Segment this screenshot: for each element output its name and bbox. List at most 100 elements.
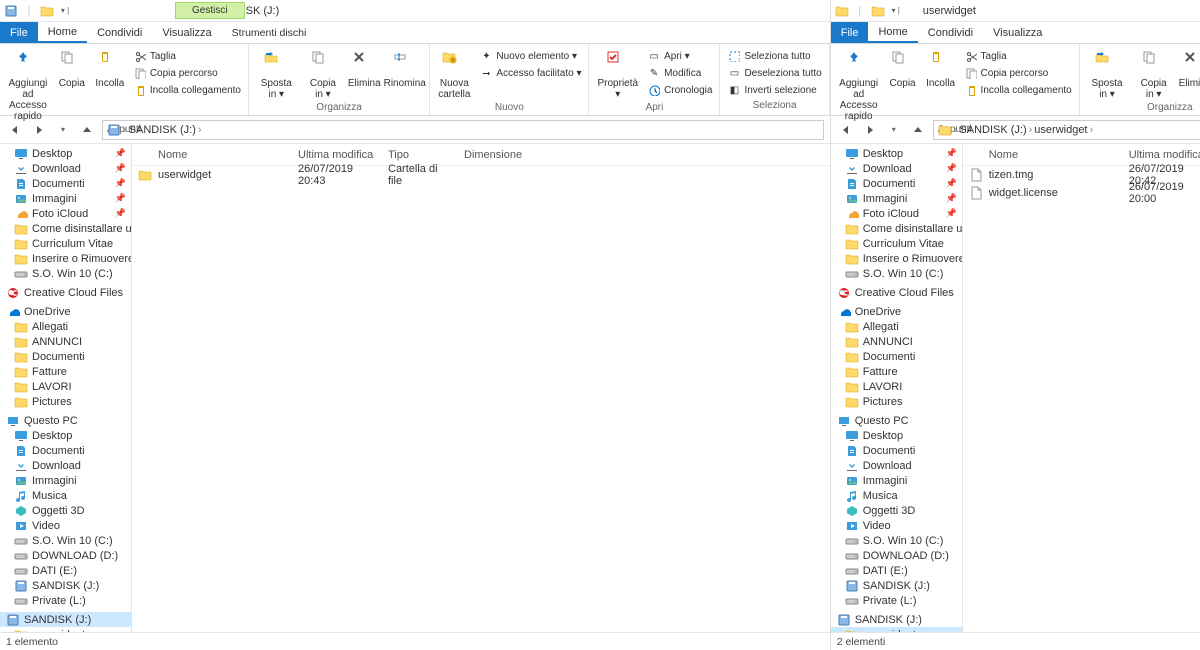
nav-item[interactable]: Curriculum Vitae (0, 236, 131, 251)
nav-item[interactable]: Documenti (0, 443, 131, 458)
cut-button[interactable]: Taglia (130, 48, 244, 64)
nav-item[interactable]: Immagini📌 (831, 191, 962, 206)
nav-item[interactable]: S.O. Win 10 (C:) (0, 533, 131, 548)
nav-item[interactable]: Download📌 (0, 161, 131, 176)
cut-button[interactable]: Taglia (961, 48, 1075, 64)
nav-item[interactable]: Documenti (831, 349, 962, 364)
nav-item[interactable]: OneDrive (0, 304, 131, 319)
newitem-button[interactable]: ✦Nuovo elemento ▾ (476, 48, 584, 64)
copyto-button[interactable]: Copia in ▾ (1132, 46, 1175, 102)
nav-item[interactable]: Oggetti 3D (0, 503, 131, 518)
breadcrumb-item[interactable]: userwidget (1034, 124, 1087, 136)
paste-button[interactable]: Incolla (923, 46, 959, 91)
col-date[interactable]: Ultima modifica (1123, 149, 1200, 161)
col-name[interactable]: Nome (963, 149, 1123, 161)
col-size[interactable]: Dimensione (458, 149, 528, 161)
qat-dropdown-icon[interactable]: ▾ | (889, 4, 903, 18)
pin-button[interactable]: Aggiungi ad Accesso rapido (835, 46, 883, 124)
nav-item[interactable]: DOWNLOAD (D:) (0, 548, 131, 563)
nav-item[interactable]: Allegati (831, 319, 962, 334)
invert-button[interactable]: ◧Inverti selezione (724, 82, 824, 98)
nav-item[interactable]: Pictures (0, 394, 131, 409)
copypath-button[interactable]: Copia percorso (961, 65, 1075, 81)
copypath-button[interactable]: Copia percorso (130, 65, 244, 81)
nav-item[interactable]: Creative Cloud Files (831, 285, 962, 300)
nav-pane[interactable]: Desktop📌Download📌Documenti📌Immagini📌Foto… (0, 144, 132, 632)
tab-file[interactable]: File (831, 22, 869, 43)
file-row[interactable]: userwidget 26/07/2019 20:43 Cartella di … (132, 166, 830, 184)
nav-item[interactable]: LAVORI (0, 379, 131, 394)
breadcrumb-item[interactable]: SANDISK (J:) (959, 124, 1026, 136)
nav-item[interactable]: ANNUNCI (0, 334, 131, 349)
nav-item[interactable]: Download (831, 458, 962, 473)
selectnone-button[interactable]: ▭Deseleziona tutto (724, 65, 824, 81)
nav-item[interactable]: Documenti📌 (831, 176, 962, 191)
nav-item[interactable]: userwidget (0, 627, 131, 632)
nav-item[interactable]: Inserire o Rimuovere un canal… (0, 251, 131, 266)
nav-item[interactable]: Fatture (0, 364, 131, 379)
nav-item[interactable]: Foto iCloud📌 (0, 206, 131, 221)
nav-item[interactable]: DATI (E:) (0, 563, 131, 578)
column-headers[interactable]: Nome Ultima modifica Tipo Dimensione (132, 144, 830, 166)
moveto-button[interactable]: Sposta in ▾ (1084, 46, 1131, 102)
nav-item[interactable]: Allegati (0, 319, 131, 334)
tab-share[interactable]: Condividi (918, 22, 983, 43)
pin-button[interactable]: Aggiungi ad Accesso rapido (4, 46, 52, 124)
col-date[interactable]: Ultima modifica (292, 149, 382, 161)
history-button[interactable]: Cronologia (644, 82, 715, 98)
tab-view[interactable]: Visualizza (152, 22, 221, 43)
nav-item[interactable]: SANDISK (J:) (831, 578, 962, 593)
newfolder-button[interactable]: Nuova cartella (434, 46, 474, 102)
delete-button[interactable]: Elimina (1177, 46, 1200, 91)
paste-button[interactable]: Incolla (92, 46, 128, 91)
nav-item[interactable]: SANDISK (J:) (0, 612, 131, 627)
nav-up-button[interactable] (909, 121, 927, 139)
nav-up-button[interactable] (78, 121, 96, 139)
tab-home[interactable]: Home (868, 22, 917, 43)
file-row[interactable]: widget.license 26/07/2019 20:00 File LIC… (963, 184, 1200, 202)
nav-item[interactable]: Private (L:) (831, 593, 962, 608)
nav-item[interactable]: Come disinstallare un App da… (0, 221, 131, 236)
nav-item[interactable]: Pictures (831, 394, 962, 409)
nav-item[interactable]: S.O. Win 10 (C:) (0, 266, 131, 281)
nav-item[interactable]: DATI (E:) (831, 563, 962, 578)
nav-item[interactable]: Immagini (831, 473, 962, 488)
easyaccess-button[interactable]: ⭢Accesso facilitato ▾ (476, 65, 584, 81)
nav-item[interactable]: S.O. Win 10 (C:) (831, 533, 962, 548)
copy-button[interactable]: Copia (54, 46, 90, 91)
nav-item[interactable]: SANDISK (J:) (0, 578, 131, 593)
tab-share[interactable]: Condividi (87, 22, 152, 43)
breadcrumb-item[interactable]: SANDISK (J:) (129, 124, 196, 136)
nav-item[interactable]: Desktop (831, 428, 962, 443)
copy-button[interactable]: Copia (885, 46, 921, 91)
nav-forward-button[interactable] (30, 121, 48, 139)
nav-item[interactable]: Download (0, 458, 131, 473)
nav-item[interactable]: LAVORI (831, 379, 962, 394)
nav-back-button[interactable] (6, 121, 24, 139)
properties-button[interactable]: Proprietà ▾ (593, 46, 642, 102)
nav-item[interactable]: Private (L:) (0, 593, 131, 608)
nav-item[interactable]: Documenti (0, 349, 131, 364)
tab-view[interactable]: Visualizza (983, 22, 1052, 43)
nav-item[interactable]: Inserire o Rimuovere un canal… (831, 251, 962, 266)
nav-item[interactable]: SANDISK (J:) (831, 612, 962, 627)
edit-button[interactable]: ✎Modifica (644, 65, 715, 81)
tab-file[interactable]: File (0, 22, 38, 43)
nav-item[interactable]: Download📌 (831, 161, 962, 176)
nav-item[interactable]: Immagini📌 (0, 191, 131, 206)
nav-recent-button[interactable]: ▾ (54, 121, 72, 139)
nav-item[interactable]: Desktop📌 (0, 146, 131, 161)
tab-home[interactable]: Home (38, 22, 87, 43)
nav-item[interactable]: Fatture (831, 364, 962, 379)
nav-item[interactable]: Questo PC (0, 413, 131, 428)
open-button[interactable]: ▭Apri ▾ (644, 48, 715, 64)
pastelink-button[interactable]: Incolla collegamento (130, 82, 244, 98)
nav-item[interactable]: DOWNLOAD (D:) (831, 548, 962, 563)
col-name[interactable]: Nome (132, 149, 292, 161)
breadcrumb[interactable]: ›SANDISK (J:)›userwidget› (933, 120, 1200, 140)
nav-item[interactable]: Musica (831, 488, 962, 503)
nav-item[interactable]: Foto iCloud📌 (831, 206, 962, 221)
nav-item[interactable]: Documenti📌 (0, 176, 131, 191)
nav-forward-button[interactable] (861, 121, 879, 139)
col-type[interactable]: Tipo (382, 149, 458, 161)
